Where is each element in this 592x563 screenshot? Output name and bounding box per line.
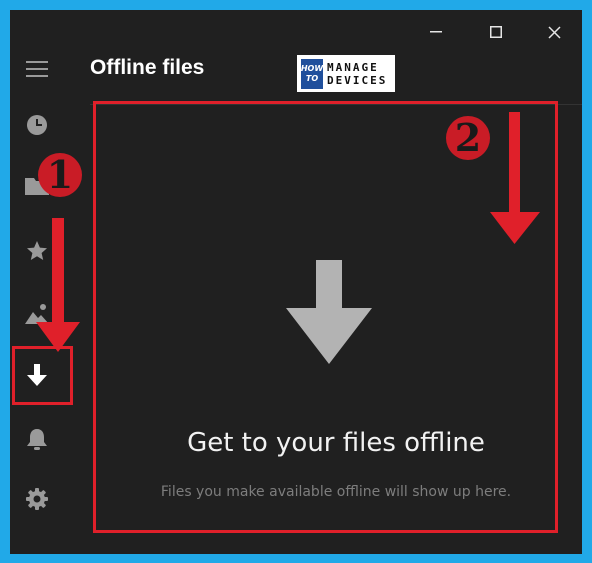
step-1-arrow-head [36,322,80,352]
step-2-arrow-shaft [509,112,520,216]
step-2-arrow-head [490,212,540,244]
annotation-arrows [36,112,540,352]
step-1-arrow-shaft [52,218,64,326]
